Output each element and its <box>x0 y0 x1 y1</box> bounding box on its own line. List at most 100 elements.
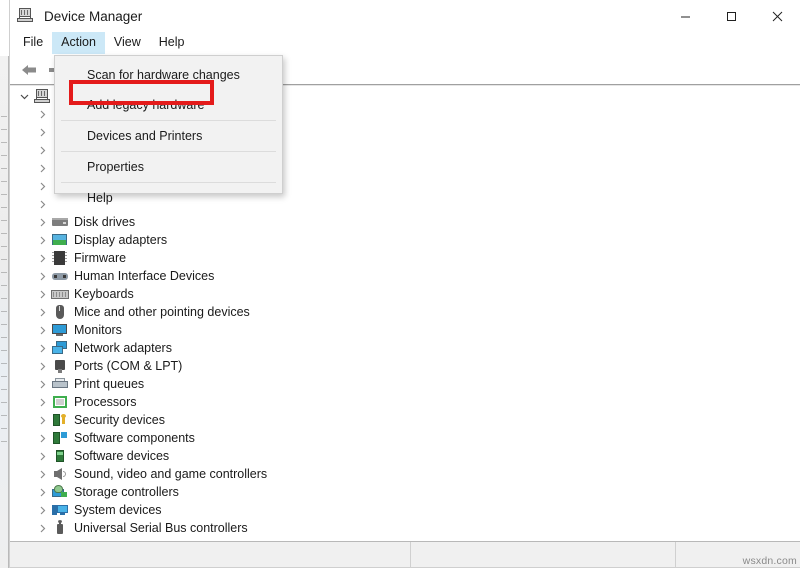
tree-item-label: Processors <box>74 394 137 410</box>
tree-item-label: Print queues <box>74 376 144 392</box>
tree-item-network-adapters[interactable]: Network adapters <box>10 339 800 357</box>
tree-item-processors[interactable]: Processors <box>10 393 800 411</box>
chevron-right-icon[interactable] <box>34 430 50 446</box>
mouse-icon <box>51 304 69 320</box>
port-icon <box>51 358 69 374</box>
chevron-right-icon[interactable] <box>34 232 50 248</box>
status-pane-main <box>10 542 411 568</box>
security-device-icon <box>51 412 69 428</box>
tree-item-label: Storage controllers <box>74 484 179 500</box>
menu-file[interactable]: File <box>14 32 52 54</box>
chevron-right-icon[interactable] <box>34 142 50 158</box>
display-adapter-icon <box>51 232 69 248</box>
tree-item-keyboards[interactable]: Keyboards <box>10 285 800 303</box>
chevron-right-icon[interactable] <box>34 268 50 284</box>
window-title: Device Manager <box>44 9 142 24</box>
tree-item-label: Ports (COM & LPT) <box>74 358 182 374</box>
tree-item-human-interface-devices[interactable]: Human Interface Devices <box>10 267 800 285</box>
chevron-right-icon[interactable] <box>34 106 50 122</box>
background-window-sliver <box>0 56 9 568</box>
network-adapter-icon <box>51 340 69 356</box>
tree-item-firmware[interactable]: Firmware <box>10 249 800 267</box>
tree-item-label: Software devices <box>74 448 169 464</box>
device-manager-icon <box>16 7 34 25</box>
usb-icon <box>51 520 69 536</box>
title-bar: Device Manager <box>10 0 800 32</box>
chevron-right-icon[interactable] <box>34 124 50 140</box>
chevron-right-icon[interactable] <box>34 412 50 428</box>
watermark-text: wsxdn.com <box>743 555 800 568</box>
disk-drive-icon <box>51 214 69 230</box>
chevron-right-icon[interactable] <box>34 214 50 230</box>
software-component-icon <box>51 430 69 446</box>
menu-item-help[interactable]: Help <box>55 183 282 213</box>
chevron-down-icon[interactable] <box>16 88 32 104</box>
tree-item-mice-and-pointing-devices[interactable]: Mice and other pointing devices <box>10 303 800 321</box>
tree-item-usb-controllers[interactable]: Universal Serial Bus controllers <box>10 519 800 537</box>
chevron-right-icon[interactable] <box>34 286 50 302</box>
chevron-right-icon[interactable] <box>34 358 50 374</box>
chevron-right-icon[interactable] <box>34 250 50 266</box>
menu-view[interactable]: View <box>105 32 150 54</box>
status-pane-secondary <box>411 542 676 568</box>
tree-item-label: Disk drives <box>74 214 135 230</box>
minimize-button[interactable] <box>662 0 708 32</box>
window-controls <box>662 0 800 32</box>
chevron-right-icon[interactable] <box>34 466 50 482</box>
status-pane-watermark: wsxdn.com <box>676 542 800 568</box>
chevron-right-icon[interactable] <box>34 394 50 410</box>
action-dropdown-menu[interactable]: Scan for hardware changes Add legacy har… <box>54 55 283 194</box>
menu-action[interactable]: Action <box>52 32 105 54</box>
close-button[interactable] <box>754 0 800 32</box>
menu-item-devices-and-printers[interactable]: Devices and Printers <box>55 121 282 151</box>
hid-icon <box>51 268 69 284</box>
tree-item-label: Network adapters <box>74 340 172 356</box>
tree-item-label: Firmware <box>74 250 126 266</box>
chevron-right-icon[interactable] <box>34 160 50 176</box>
tree-item-label: Sound, video and game controllers <box>74 466 267 482</box>
speaker-icon <box>51 466 69 482</box>
menu-item-properties[interactable]: Properties <box>55 152 282 182</box>
storage-controller-icon <box>51 484 69 500</box>
tree-item-ports[interactable]: Ports (COM & LPT) <box>10 357 800 375</box>
tree-item-system-devices[interactable]: System devices <box>10 501 800 519</box>
chevron-right-icon[interactable] <box>34 178 50 194</box>
tree-item-monitors[interactable]: Monitors <box>10 321 800 339</box>
chevron-right-icon[interactable] <box>34 340 50 356</box>
menu-item-add-legacy-hardware[interactable]: Add legacy hardware <box>55 90 282 120</box>
tree-item-storage-controllers[interactable]: Storage controllers <box>10 483 800 501</box>
menu-bar: File Action View Help <box>10 32 800 54</box>
maximize-button[interactable] <box>708 0 754 32</box>
chevron-right-icon[interactable] <box>34 502 50 518</box>
back-arrow-icon[interactable] <box>16 58 42 82</box>
chevron-right-icon[interactable] <box>34 322 50 338</box>
chevron-right-icon[interactable] <box>34 448 50 464</box>
tree-item-software-devices[interactable]: Software devices <box>10 447 800 465</box>
tree-item-disk-drives[interactable]: Disk drives <box>10 213 800 231</box>
tree-item-label: System devices <box>74 502 162 518</box>
chevron-right-icon[interactable] <box>34 304 50 320</box>
software-device-icon <box>51 448 69 464</box>
chevron-right-icon[interactable] <box>34 484 50 500</box>
status-bar: wsxdn.com <box>10 541 800 567</box>
background-cut-off-text <box>0 575 800 586</box>
monitor-icon <box>51 322 69 338</box>
tree-item-security-devices[interactable]: Security devices <box>10 411 800 429</box>
computer-icon <box>33 88 51 104</box>
keyboard-icon <box>51 286 69 302</box>
tree-item-label: Mice and other pointing devices <box>74 304 250 320</box>
tree-item-software-components[interactable]: Software components <box>10 429 800 447</box>
tree-item-sound-video-game-controllers[interactable]: Sound, video and game controllers <box>10 465 800 483</box>
menu-help[interactable]: Help <box>150 32 194 54</box>
tree-item-print-queues[interactable]: Print queues <box>10 375 800 393</box>
tree-item-label: Security devices <box>74 412 165 428</box>
chevron-right-icon[interactable] <box>34 196 50 212</box>
tree-item-label: Display adapters <box>74 232 167 248</box>
device-manager-window: Device Manager File Action View Help <box>9 0 800 568</box>
firmware-icon <box>51 250 69 266</box>
chevron-right-icon[interactable] <box>34 376 50 392</box>
menu-item-scan-for-hardware-changes[interactable]: Scan for hardware changes <box>55 60 282 90</box>
system-device-icon <box>51 502 69 518</box>
chevron-right-icon[interactable] <box>34 520 50 536</box>
tree-item-display-adapters[interactable]: Display adapters <box>10 231 800 249</box>
